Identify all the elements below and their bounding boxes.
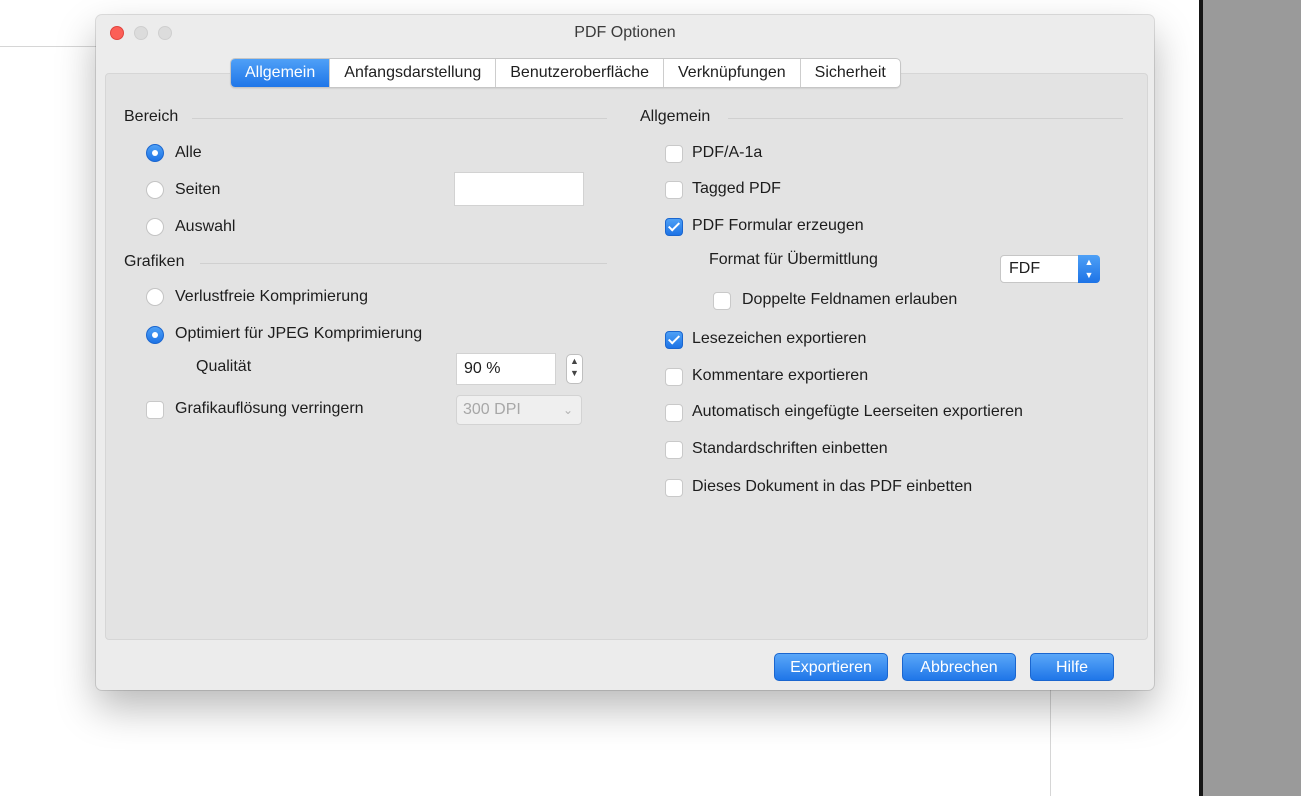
pdf-options-dialog: PDF Optionen Allgemein Anfangsdarstellun…: [96, 15, 1154, 690]
quality-input[interactable]: 90 %: [456, 353, 556, 385]
section-separator: [192, 118, 607, 119]
checkbox-export-blank-pages[interactable]: [665, 404, 683, 422]
checkbox-embed-document-label: Dieses Dokument in das PDF einbetten: [692, 478, 973, 495]
quality-stepper[interactable]: ▲ ▼: [566, 354, 583, 384]
window-title: PDF Optionen: [574, 24, 676, 41]
checkbox-create-form[interactable]: [665, 218, 683, 236]
checkbox-embed-standard-fonts-label: Standardschriften einbetten: [692, 440, 888, 457]
radio-auswahl[interactable]: [146, 218, 164, 236]
checkbox-export-bookmarks-label: Lesezeichen exportieren: [692, 330, 867, 347]
title-bar[interactable]: PDF Optionen: [96, 15, 1154, 51]
background-divider: [0, 46, 96, 47]
checkbox-tagged-pdf[interactable]: [665, 181, 683, 199]
checkbox-duplicate-fieldnames-label: Doppelte Feldnamen erlauben: [742, 291, 958, 308]
background-divider-vertical: [1050, 690, 1051, 796]
tab-verknuepfungen[interactable]: Verknüpfungen: [664, 59, 801, 87]
checkbox-pdfa[interactable]: [665, 145, 683, 163]
dpi-select-value: 300 DPI: [463, 401, 521, 418]
export-button[interactable]: Exportieren: [774, 653, 888, 681]
tab-sicherheit[interactable]: Sicherheit: [801, 59, 900, 87]
checkbox-embed-document[interactable]: [665, 479, 683, 497]
radio-seiten-label: Seiten: [175, 181, 221, 198]
checkbox-pdfa-label: PDF/A-1a: [692, 144, 763, 161]
section-separator: [200, 263, 607, 264]
section-grafiken-heading: Grafiken: [124, 253, 185, 270]
cancel-button[interactable]: Abbrechen: [902, 653, 1016, 681]
help-button[interactable]: Hilfe: [1030, 653, 1114, 681]
pages-input[interactable]: [454, 172, 584, 206]
reduce-resolution-label: Grafikauflösung verringern: [175, 400, 364, 417]
radio-jpeg[interactable]: [146, 326, 164, 344]
radio-lossless[interactable]: [146, 288, 164, 306]
radio-auswahl-label: Auswahl: [175, 218, 236, 235]
tab-benutzeroberflaeche[interactable]: Benutzeroberfläche: [496, 59, 665, 87]
checkbox-export-comments[interactable]: [665, 368, 683, 386]
content-panel: [105, 73, 1148, 640]
submit-format-label: Format für Übermittlung: [709, 251, 878, 268]
radio-jpeg-label: Optimiert für JPEG Komprimierung: [175, 325, 423, 342]
checkbox-duplicate-fieldnames[interactable]: [713, 292, 731, 310]
background-side-panel: [1199, 0, 1301, 796]
radio-seiten[interactable]: [146, 181, 164, 199]
maximize-window-icon[interactable]: [158, 26, 172, 40]
section-separator: [728, 118, 1123, 119]
radio-lossless-label: Verlustfreie Komprimierung: [175, 288, 368, 305]
quality-label: Qualität: [196, 358, 252, 375]
tab-allgemein[interactable]: Allgemein: [231, 59, 331, 87]
radio-alle[interactable]: [146, 144, 164, 162]
checkbox-create-form-label: PDF Formular erzeugen: [692, 217, 864, 234]
section-bereich-heading: Bereich: [124, 108, 179, 125]
submit-format-value: FDF: [1009, 260, 1041, 277]
checkbox-embed-standard-fonts[interactable]: [665, 441, 683, 459]
close-window-icon[interactable]: [110, 26, 124, 40]
checkbox-export-comments-label: Kommentare exportieren: [692, 367, 869, 384]
tab-bar: Allgemein Anfangsdarstellung Benutzerobe…: [230, 58, 901, 88]
chevron-down-icon: ⌄: [562, 403, 573, 417]
submit-format-select[interactable]: FDF ▲ ▼: [1000, 255, 1100, 283]
minimize-window-icon[interactable]: [134, 26, 148, 40]
checkbox-reduce-resolution[interactable]: [146, 401, 164, 419]
checkbox-export-blank-pages-label: Automatisch eingefügte Leerseiten export…: [692, 403, 1023, 420]
dpi-select: 300 DPI ⌄: [456, 395, 582, 425]
select-arrows-icon: ▲ ▼: [1078, 255, 1100, 283]
section-allgemein-heading: Allgemein: [640, 108, 711, 125]
radio-alle-label: Alle: [175, 144, 202, 161]
tab-anfangsdarstellung[interactable]: Anfangsdarstellung: [330, 59, 497, 87]
checkbox-export-bookmarks[interactable]: [665, 331, 683, 349]
checkbox-tagged-pdf-label: Tagged PDF: [692, 180, 781, 197]
